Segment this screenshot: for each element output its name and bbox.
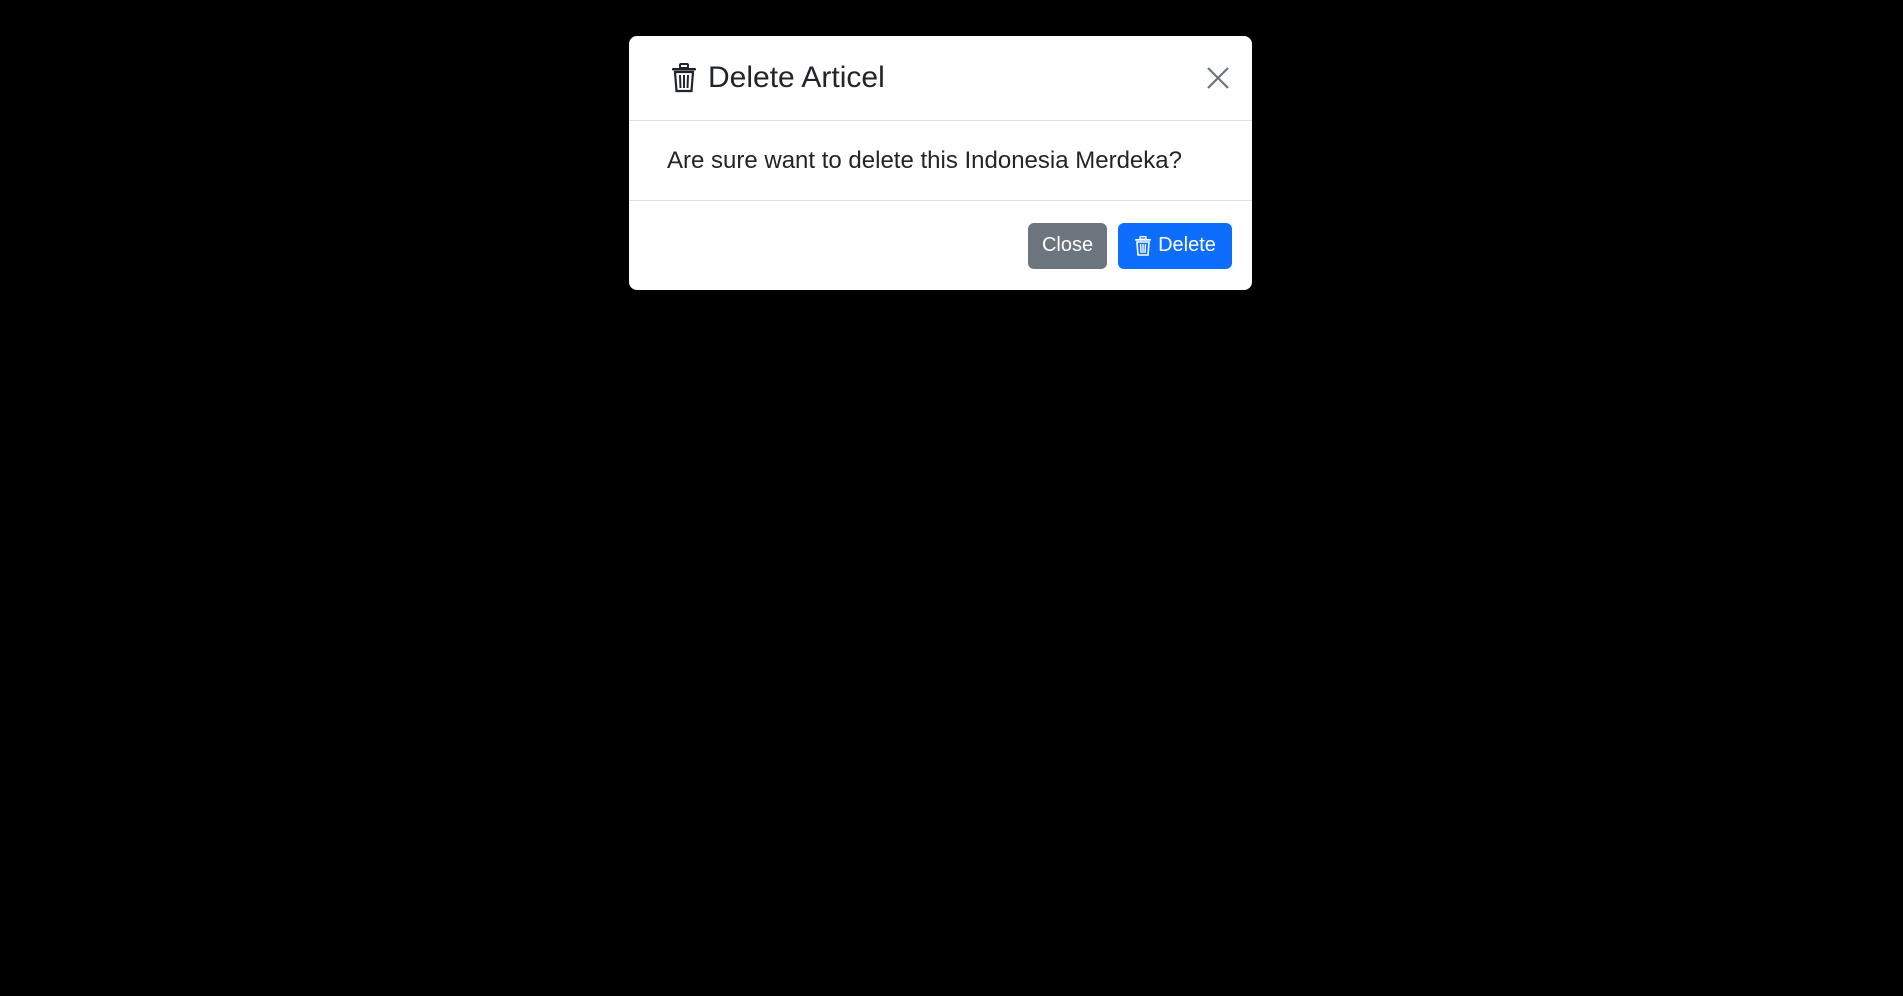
- trash-icon: [670, 63, 698, 93]
- confirm-message: Are sure want to delete this Indonesia M…: [667, 146, 1182, 174]
- close-button[interactable]: Close: [1028, 222, 1107, 269]
- modal-title: Delete Articel: [670, 61, 885, 95]
- trash-icon: [1134, 235, 1152, 256]
- modal-body: Are sure want to delete this Indonesia M…: [629, 121, 1252, 201]
- delete-button[interactable]: Delete: [1118, 222, 1232, 269]
- modal-title-text: Delete Articel: [708, 61, 885, 94]
- modal-footer: Close Delete: [629, 201, 1252, 290]
- delete-button-label: Delete: [1158, 234, 1216, 256]
- delete-article-dialog: Delete Articel Are sure want to delete t…: [629, 36, 1252, 290]
- modal-header: Delete Articel: [629, 36, 1252, 121]
- close-icon[interactable]: [1202, 62, 1234, 94]
- close-button-label: Close: [1041, 234, 1094, 256]
